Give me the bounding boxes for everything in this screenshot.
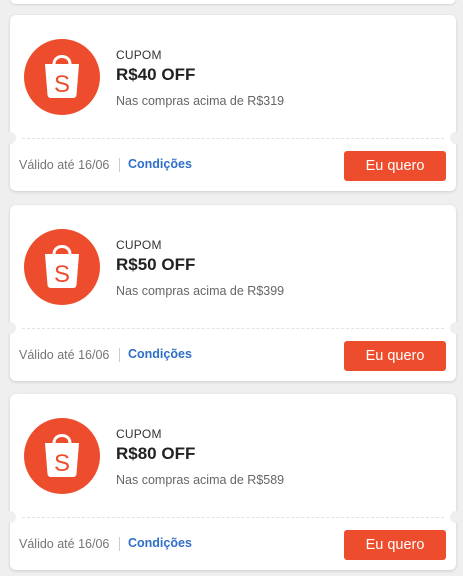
ticket-notch-right [450, 511, 462, 523]
ticket-divider [22, 328, 444, 329]
ticket-notch-right [450, 322, 462, 334]
claim-coupon-button[interactable]: Eu quero [344, 341, 446, 371]
coupon-card: S CUPOM R$80 OFF Nas compras acima de R$… [4, 394, 462, 570]
coupon-card: S CUPOM R$40 OFF Nas compras acima de R$… [4, 15, 462, 191]
coupon-discount-amount: R$40 OFF [116, 65, 196, 84]
claim-coupon-button[interactable]: Eu quero [344, 530, 446, 560]
conditions-link[interactable]: Condições [128, 157, 192, 171]
shopee-bag-icon: S [24, 39, 100, 115]
coupon-minimum-purchase: Nas compras acima de R$589 [116, 473, 285, 487]
coupon-validity: Válido até 16/06 [19, 158, 110, 172]
coupon-validity: Válido até 16/06 [19, 537, 110, 551]
coupon-minimum-purchase: Nas compras acima de R$319 [116, 94, 285, 108]
coupon-discount-amount: R$50 OFF [116, 255, 196, 274]
ticket-notch-left [4, 322, 16, 334]
coupon-discount-amount: R$80 OFF [116, 444, 196, 463]
coupon-type-label: CUPOM [116, 427, 162, 441]
previous-coupon-card-edge [10, 0, 456, 4]
divider [119, 348, 120, 362]
ticket-notch-left [4, 132, 16, 144]
divider [119, 537, 120, 551]
coupon-type-label: CUPOM [116, 48, 162, 62]
ticket-notch-right [450, 132, 462, 144]
coupon-minimum-purchase: Nas compras acima de R$399 [116, 284, 285, 298]
divider [119, 158, 120, 172]
shopee-bag-icon: S [24, 418, 100, 494]
coupon-card: S CUPOM R$50 OFF Nas compras acima de R$… [4, 205, 462, 381]
coupon-validity: Válido até 16/06 [19, 348, 110, 362]
shopee-bag-icon: S [24, 229, 100, 305]
coupon-type-label: CUPOM [116, 238, 162, 252]
conditions-link[interactable]: Condições [128, 347, 192, 361]
ticket-divider [22, 517, 444, 518]
svg-text:S: S [54, 450, 70, 477]
svg-text:S: S [54, 71, 70, 98]
svg-text:S: S [54, 261, 70, 288]
ticket-divider [22, 138, 444, 139]
conditions-link[interactable]: Condições [128, 536, 192, 550]
ticket-notch-left [4, 511, 16, 523]
claim-coupon-button[interactable]: Eu quero [344, 151, 446, 181]
